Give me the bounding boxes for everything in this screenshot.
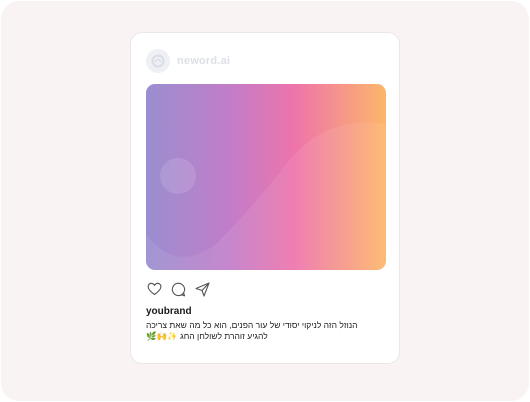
post-username[interactable]: youbrand: [146, 306, 192, 317]
paper-plane-icon[interactable]: [194, 281, 210, 297]
brand-logo-icon: [146, 49, 170, 73]
social-post-card: neword.ai youbrand הנוזל הזה לניקוי יסוד…: [130, 32, 400, 364]
comment-bubble-icon[interactable]: [170, 281, 186, 297]
post-image: [146, 84, 386, 270]
caption-line-1: הנוזל הזה לניקוי יסודי של עור הפנים, הוא…: [146, 320, 358, 330]
caption-line-2: להגיע זוהרת לשולחן החג ✨🙌🌿: [146, 331, 268, 341]
post-caption: הנוזל הזה לניקוי יסודי של עור הפנים, הוא…: [146, 320, 386, 342]
post-header: neword.ai: [146, 48, 230, 74]
brand-name: neword.ai: [177, 55, 231, 67]
heart-icon[interactable]: [146, 281, 162, 297]
post-actions: [146, 281, 210, 297]
preview-background: neword.ai youbrand הנוזל הזה לניקוי יסוד…: [1, 1, 529, 401]
